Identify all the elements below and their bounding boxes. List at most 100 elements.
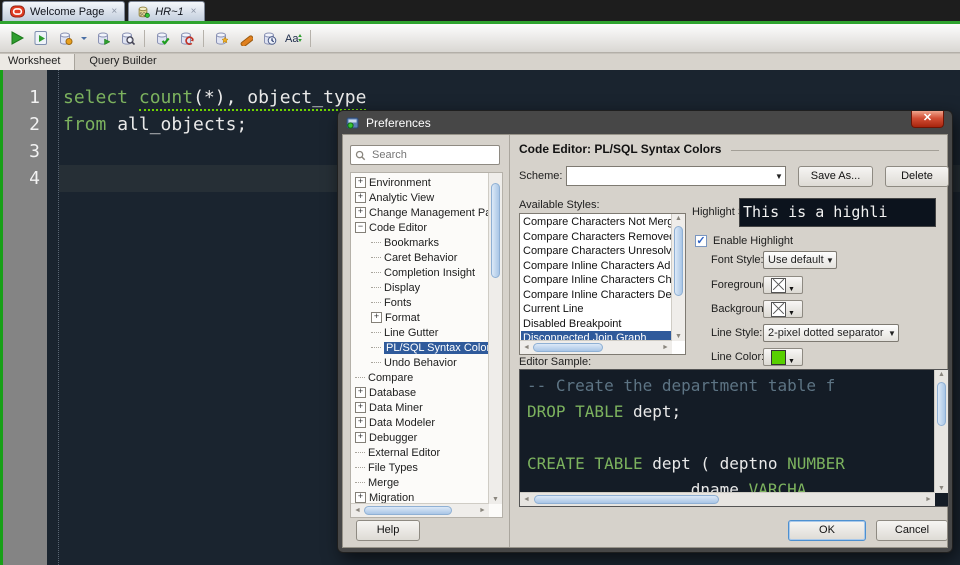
style-list-item[interactable]: Compare Inline Characters Ad xyxy=(521,259,672,274)
tab-welcome-page[interactable]: Welcome Page × xyxy=(2,1,126,21)
styles-vertical-scrollbar[interactable]: ▲ ▼ xyxy=(671,214,685,341)
style-list-item[interactable]: Compare Characters Unresolve xyxy=(521,244,672,259)
scrollbar-thumb[interactable] xyxy=(533,343,603,352)
sample-vertical-scrollbar[interactable]: ▲ ▼ xyxy=(934,370,948,493)
expand-icon[interactable]: + xyxy=(355,387,366,398)
scroll-down-icon[interactable]: ▼ xyxy=(489,496,502,503)
tree-item[interactable]: − Code Editor xyxy=(351,220,489,235)
sample-horizontal-scrollbar[interactable]: ◄ ► xyxy=(520,492,935,506)
tree-item[interactable]: + Database xyxy=(351,385,489,400)
tree-item[interactable]: Merge xyxy=(351,475,489,490)
font-style-combobox[interactable]: Use default ▼ xyxy=(763,251,837,269)
style-list-item[interactable]: Disabled Breakpoint xyxy=(521,317,672,332)
scrollbar-thumb[interactable] xyxy=(674,226,683,296)
scroll-left-icon[interactable]: ◄ xyxy=(520,496,533,503)
cancel-button[interactable]: Cancel xyxy=(876,520,948,541)
tree-item[interactable]: External Editor xyxy=(351,445,489,460)
scroll-up-icon[interactable]: ▲ xyxy=(672,215,685,222)
expand-icon[interactable]: + xyxy=(355,207,366,218)
scroll-left-icon[interactable]: ◄ xyxy=(520,344,533,351)
unshared-worksheet-icon[interactable] xyxy=(212,29,230,47)
delete-button[interactable]: Delete xyxy=(885,166,949,187)
rollback-icon[interactable] xyxy=(177,29,195,47)
preferences-search[interactable] xyxy=(350,145,500,165)
line-style-combobox[interactable]: 2-pixel dotted separator ▼ xyxy=(763,324,899,342)
close-icon[interactable]: × xyxy=(111,6,117,17)
run-statement-icon[interactable] xyxy=(8,29,26,47)
tree-vertical-scrollbar[interactable]: ▼ xyxy=(488,173,502,504)
scrollbar-thumb[interactable] xyxy=(491,183,500,278)
explain-plan-icon[interactable] xyxy=(94,29,112,47)
close-icon[interactable]: × xyxy=(191,6,197,17)
change-case-icon[interactable]: Aa xyxy=(284,29,302,47)
commit-icon[interactable] xyxy=(153,29,171,47)
expand-icon[interactable]: + xyxy=(371,312,382,323)
tree-item[interactable]: + Data Modeler xyxy=(351,415,489,430)
scrollbar-thumb[interactable] xyxy=(937,382,946,426)
tree-item[interactable]: +Change Management Parar xyxy=(351,205,489,220)
editor-text[interactable]: select count(*), object_type from all_obj… xyxy=(63,84,367,192)
tree-item[interactable]: + Format xyxy=(351,310,489,325)
autotrace-icon[interactable] xyxy=(56,29,74,47)
style-list-item[interactable]: Compare Inline Characters Ch xyxy=(521,273,672,288)
tree-item[interactable]: Caret Behavior xyxy=(351,250,489,265)
tree-item[interactable]: Undo Behavior xyxy=(351,355,489,370)
tree-item[interactable]: + Environment xyxy=(351,175,489,190)
scroll-right-icon[interactable]: ► xyxy=(922,496,935,503)
ok-button[interactable]: OK xyxy=(788,520,866,541)
help-button[interactable]: Help xyxy=(356,520,420,541)
tree-item[interactable]: + Analytic View xyxy=(351,190,489,205)
save-as-button[interactable]: Save As... xyxy=(798,166,873,187)
expand-icon[interactable]: + xyxy=(355,177,366,188)
scroll-right-icon[interactable]: ► xyxy=(476,507,489,514)
tree-item[interactable]: + Debugger xyxy=(351,430,489,445)
sql-history-icon[interactable] xyxy=(260,29,278,47)
tree-item[interactable]: Completion Insight xyxy=(351,265,489,280)
expand-icon[interactable]: + xyxy=(355,492,366,503)
run-script-icon[interactable] xyxy=(32,29,50,47)
tree-item[interactable]: Fonts xyxy=(351,295,489,310)
tree-item[interactable]: File Types xyxy=(351,460,489,475)
expand-icon[interactable]: + xyxy=(355,417,366,428)
tree-horizontal-scrollbar[interactable]: ◄ ► xyxy=(351,503,489,517)
enable-highlight-checkbox[interactable]: ✓ xyxy=(695,235,707,247)
tree-item[interactable]: Compare xyxy=(351,370,489,385)
styles-horizontal-scrollbar[interactable]: ◄ ► xyxy=(520,340,672,354)
style-list-item[interactable]: Current Line xyxy=(521,302,672,317)
clear-icon[interactable] xyxy=(236,29,254,47)
autotrace-caret-icon[interactable] xyxy=(80,29,88,47)
tree-item[interactable]: PL/SQL Syntax Colors xyxy=(351,340,489,355)
scroll-left-icon[interactable]: ◄ xyxy=(351,507,364,514)
panel-header: Code Editor: PL/SQL Syntax Colors xyxy=(519,142,939,156)
dialog-titlebar[interactable]: Preferences ✕ xyxy=(338,111,952,134)
tree-item[interactable]: Line Gutter xyxy=(351,325,489,340)
scrollbar-thumb[interactable] xyxy=(364,506,452,515)
foreground-color-button[interactable]: ▼ xyxy=(763,276,803,294)
scrollbar-thumb[interactable] xyxy=(534,495,719,504)
tab-query-builder[interactable]: Query Builder xyxy=(75,54,172,71)
scheme-combobox[interactable]: ▼ xyxy=(566,166,786,186)
style-list-item[interactable]: Compare Inline Characters Del xyxy=(521,288,672,303)
line-color-button[interactable]: ▼ xyxy=(763,348,803,366)
tab-worksheet[interactable]: Worksheet xyxy=(0,54,76,71)
search-input[interactable] xyxy=(370,148,489,162)
find-db-icon[interactable] xyxy=(118,29,136,47)
expand-icon[interactable]: + xyxy=(355,192,366,203)
style-list-item[interactable]: Compare Characters Removed xyxy=(521,230,672,245)
line-number-gutter[interactable]: 1 2 3 4 xyxy=(3,70,47,565)
tree-item[interactable]: + Data Miner xyxy=(351,400,489,415)
expand-icon[interactable]: + xyxy=(355,402,366,413)
background-color-button[interactable]: ▼ xyxy=(763,300,803,318)
scroll-up-icon[interactable]: ▲ xyxy=(935,371,948,378)
collapse-icon[interactable]: − xyxy=(355,222,366,233)
style-list-item[interactable]: Compare Characters Not Merg xyxy=(521,215,672,230)
scroll-down-icon[interactable]: ▼ xyxy=(935,485,948,492)
tree-item[interactable]: Display xyxy=(351,280,489,295)
tab-hr-worksheet[interactable]: SQL HR~1 × xyxy=(128,1,205,21)
dialog-close-button[interactable]: ✕ xyxy=(911,111,944,128)
tree-item[interactable]: + Migration xyxy=(351,490,489,504)
expand-icon[interactable]: + xyxy=(355,432,366,443)
tree-item[interactable]: Bookmarks xyxy=(351,235,489,250)
scroll-right-icon[interactable]: ► xyxy=(659,344,672,351)
scroll-down-icon[interactable]: ▼ xyxy=(672,333,685,340)
